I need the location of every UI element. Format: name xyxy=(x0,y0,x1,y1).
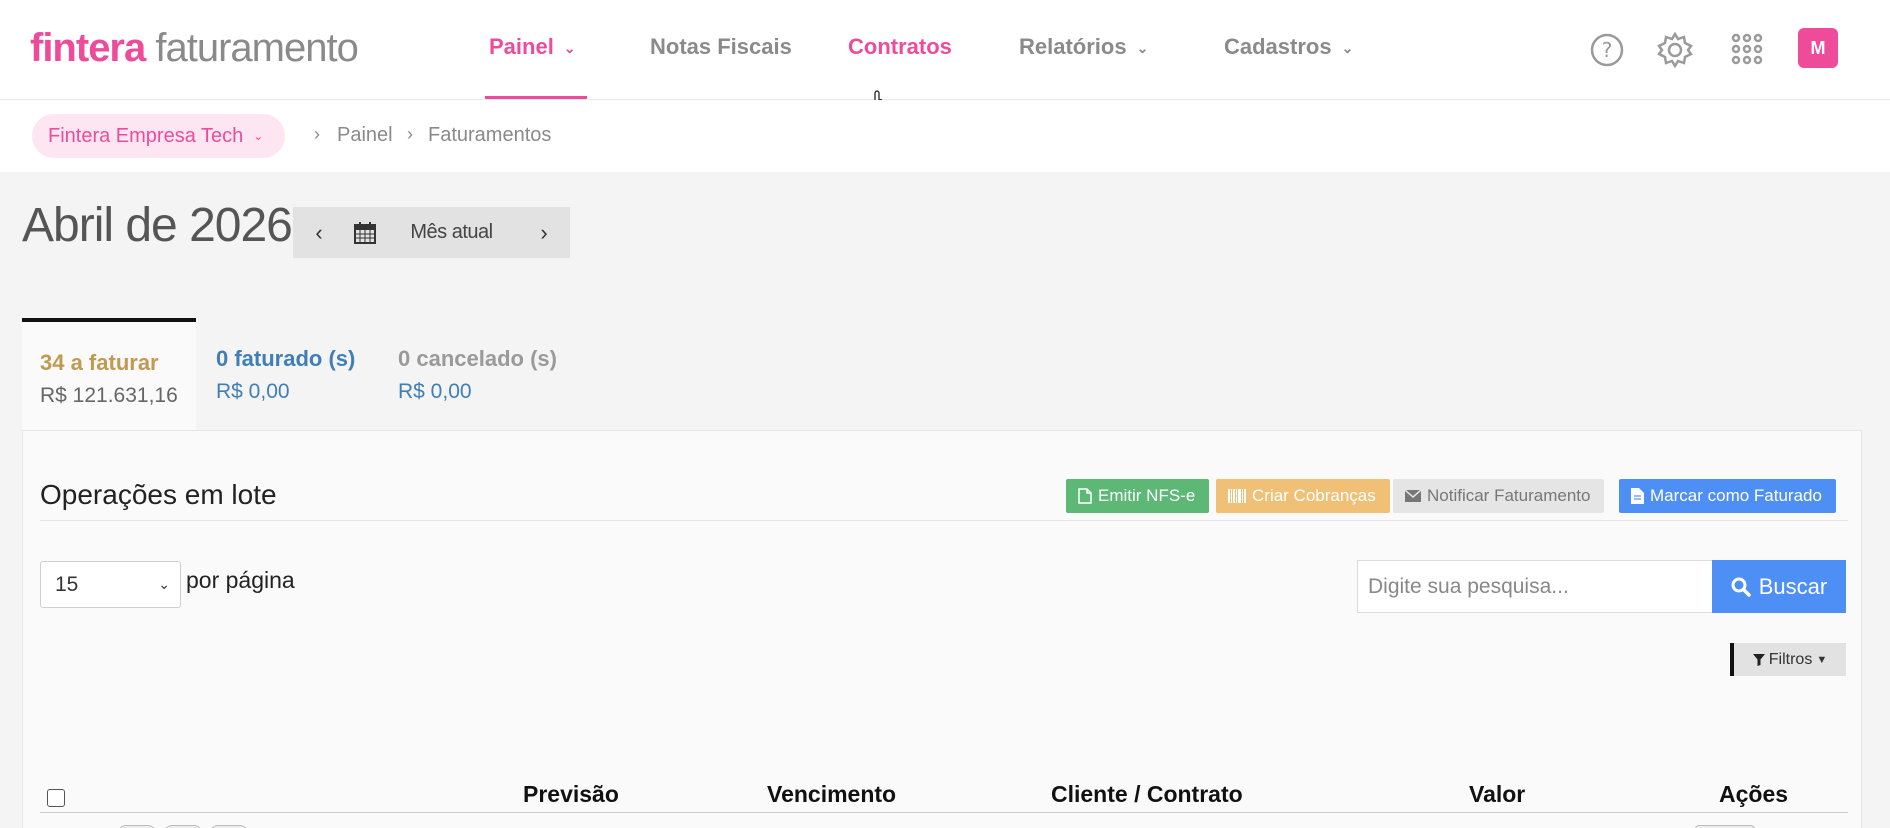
create-charges-label: Criar Cobranças xyxy=(1252,486,1376,505)
nav-notas-fiscais-label: Notas Fiscais xyxy=(650,34,792,59)
filters-button[interactable]: Filtros ▼ xyxy=(1730,643,1846,676)
app-logo[interactable]: fintera faturamento xyxy=(30,26,359,71)
pdf-file-icon xyxy=(1078,488,1092,504)
month-navigator: ‹ Mês atual › xyxy=(293,207,570,258)
caret-down-icon: ▼ xyxy=(1816,653,1828,666)
logo-brand: fintera xyxy=(30,26,146,70)
breadcrumb-bar: Fintera Empresa Tech ⌄ › Painel › Faturam… xyxy=(0,100,1890,172)
chevron-down-icon: ⌄ xyxy=(253,129,264,143)
per-page-select[interactable]: 15 ⌄ xyxy=(40,561,181,608)
column-acoes: Ações xyxy=(1719,781,1789,807)
per-page-label: por página xyxy=(186,567,295,593)
company-selector[interactable]: Fintera Empresa Tech ⌄ xyxy=(32,114,286,158)
chevron-down-icon: ⌄ xyxy=(1341,39,1354,56)
section-divider xyxy=(40,520,1848,521)
nav-relatorios-label: Relatórios xyxy=(1019,34,1127,59)
emit-nfse-button[interactable]: Emitir NFS-e xyxy=(1066,479,1210,513)
column-vencimento[interactable]: Vencimento xyxy=(767,781,896,808)
chevron-right-icon[interactable]: › xyxy=(518,207,570,258)
calendar-icon[interactable] xyxy=(345,207,385,258)
filters-label: Filtros xyxy=(1768,650,1813,668)
document-icon xyxy=(1631,488,1644,504)
nav-contratos-label: Contratos xyxy=(848,34,952,59)
tab-cancelado-amount: R$ 0,00 xyxy=(398,380,472,403)
search-icon xyxy=(1731,577,1751,597)
svg-text:?: ? xyxy=(1602,38,1613,62)
tab-cancelado[interactable]: 0 cancelado (s) R$ 0,00 xyxy=(380,318,580,430)
logo-product: faturamento xyxy=(155,26,358,70)
notify-billing-label: Notificar Faturamento xyxy=(1427,486,1591,505)
per-page-value: 15 xyxy=(55,572,79,596)
nav-painel[interactable]: Painel ⌄ xyxy=(489,34,576,60)
page-title: Abril de 2026 xyxy=(22,199,293,252)
search-input[interactable]: Digite sua pesquisa... xyxy=(1357,560,1718,613)
chevron-left-icon[interactable]: ‹ xyxy=(293,207,345,258)
emit-nfse-label: Emitir NFS-e xyxy=(1098,486,1196,505)
nav-cadastros[interactable]: Cadastros ⌄ xyxy=(1224,34,1353,60)
create-charges-button[interactable]: Criar Cobranças xyxy=(1216,479,1390,513)
settings-gear-icon[interactable] xyxy=(1655,30,1695,70)
envelope-icon xyxy=(1405,490,1421,502)
active-nav-indicator xyxy=(485,96,587,99)
mark-as-billed-label: Marcar como Faturado xyxy=(1650,486,1822,505)
table-header: Previsão Vencimento Cliente / Contrato V… xyxy=(40,771,1848,813)
nav-cadastros-label: Cadastros xyxy=(1224,34,1332,59)
tab-faturado[interactable]: 0 faturado (s) R$ 0,00 xyxy=(198,318,378,430)
nav-notas-fiscais[interactable]: Notas Fiscais xyxy=(650,34,792,60)
column-previsao[interactable]: Previsão xyxy=(523,781,619,808)
chevron-down-icon: ⌄ xyxy=(563,39,576,56)
nav-relatorios[interactable]: Relatórios ⌄ xyxy=(1019,34,1148,60)
help-icon[interactable]: ? xyxy=(1587,30,1627,70)
barcode-icon xyxy=(1228,489,1246,503)
user-avatar[interactable]: M xyxy=(1798,28,1838,68)
breadcrumb-separator-icon: › xyxy=(407,124,413,144)
batch-operations-title: Operações em lote xyxy=(40,479,277,510)
breadcrumb-painel[interactable]: Painel xyxy=(337,124,393,147)
filter-funnel-icon xyxy=(1752,653,1765,666)
apps-grid-icon[interactable] xyxy=(1727,30,1767,70)
nav-contratos[interactable]: Contratos xyxy=(848,34,952,60)
search-button[interactable]: Buscar xyxy=(1712,560,1846,613)
notify-billing-button[interactable]: Notificar Faturamento xyxy=(1393,479,1605,513)
breadcrumb-separator-icon: › xyxy=(314,124,320,144)
tab-cancelado-label: 0 cancelado (s) xyxy=(398,346,557,371)
company-name: Fintera Empresa Tech xyxy=(48,124,244,147)
breadcrumb-faturamentos: Faturamentos xyxy=(428,124,552,146)
current-month-button[interactable]: Mês atual xyxy=(385,221,518,244)
billing-panel: Operações em lote Emitir NFS-e Criar Cob… xyxy=(22,430,1862,828)
nav-painel-label: Painel xyxy=(489,34,554,59)
top-navbar: fintera faturamento Painel ⌄ Notas Fiscai… xyxy=(0,0,1890,100)
tab-faturado-label: 0 faturado (s) xyxy=(216,346,356,371)
chevron-down-icon: ⌄ xyxy=(158,576,170,592)
chevron-down-icon: ⌄ xyxy=(1136,39,1149,56)
tab-faturado-amount: R$ 0,00 xyxy=(216,380,290,403)
column-valor[interactable]: Valor xyxy=(1469,781,1525,808)
tab-a-faturar-label: 34 a faturar xyxy=(40,350,159,375)
select-all-checkbox[interactable] xyxy=(47,789,65,807)
mark-as-billed-button[interactable]: Marcar como Faturado xyxy=(1619,479,1836,513)
tab-a-faturar[interactable]: 34 a faturar R$ 121.631,16 xyxy=(22,318,196,430)
search-button-label: Buscar xyxy=(1758,573,1828,599)
column-cliente-contrato[interactable]: Cliente / Contrato xyxy=(1051,781,1243,808)
tab-a-faturar-amount: R$ 121.631,16 xyxy=(40,384,178,407)
